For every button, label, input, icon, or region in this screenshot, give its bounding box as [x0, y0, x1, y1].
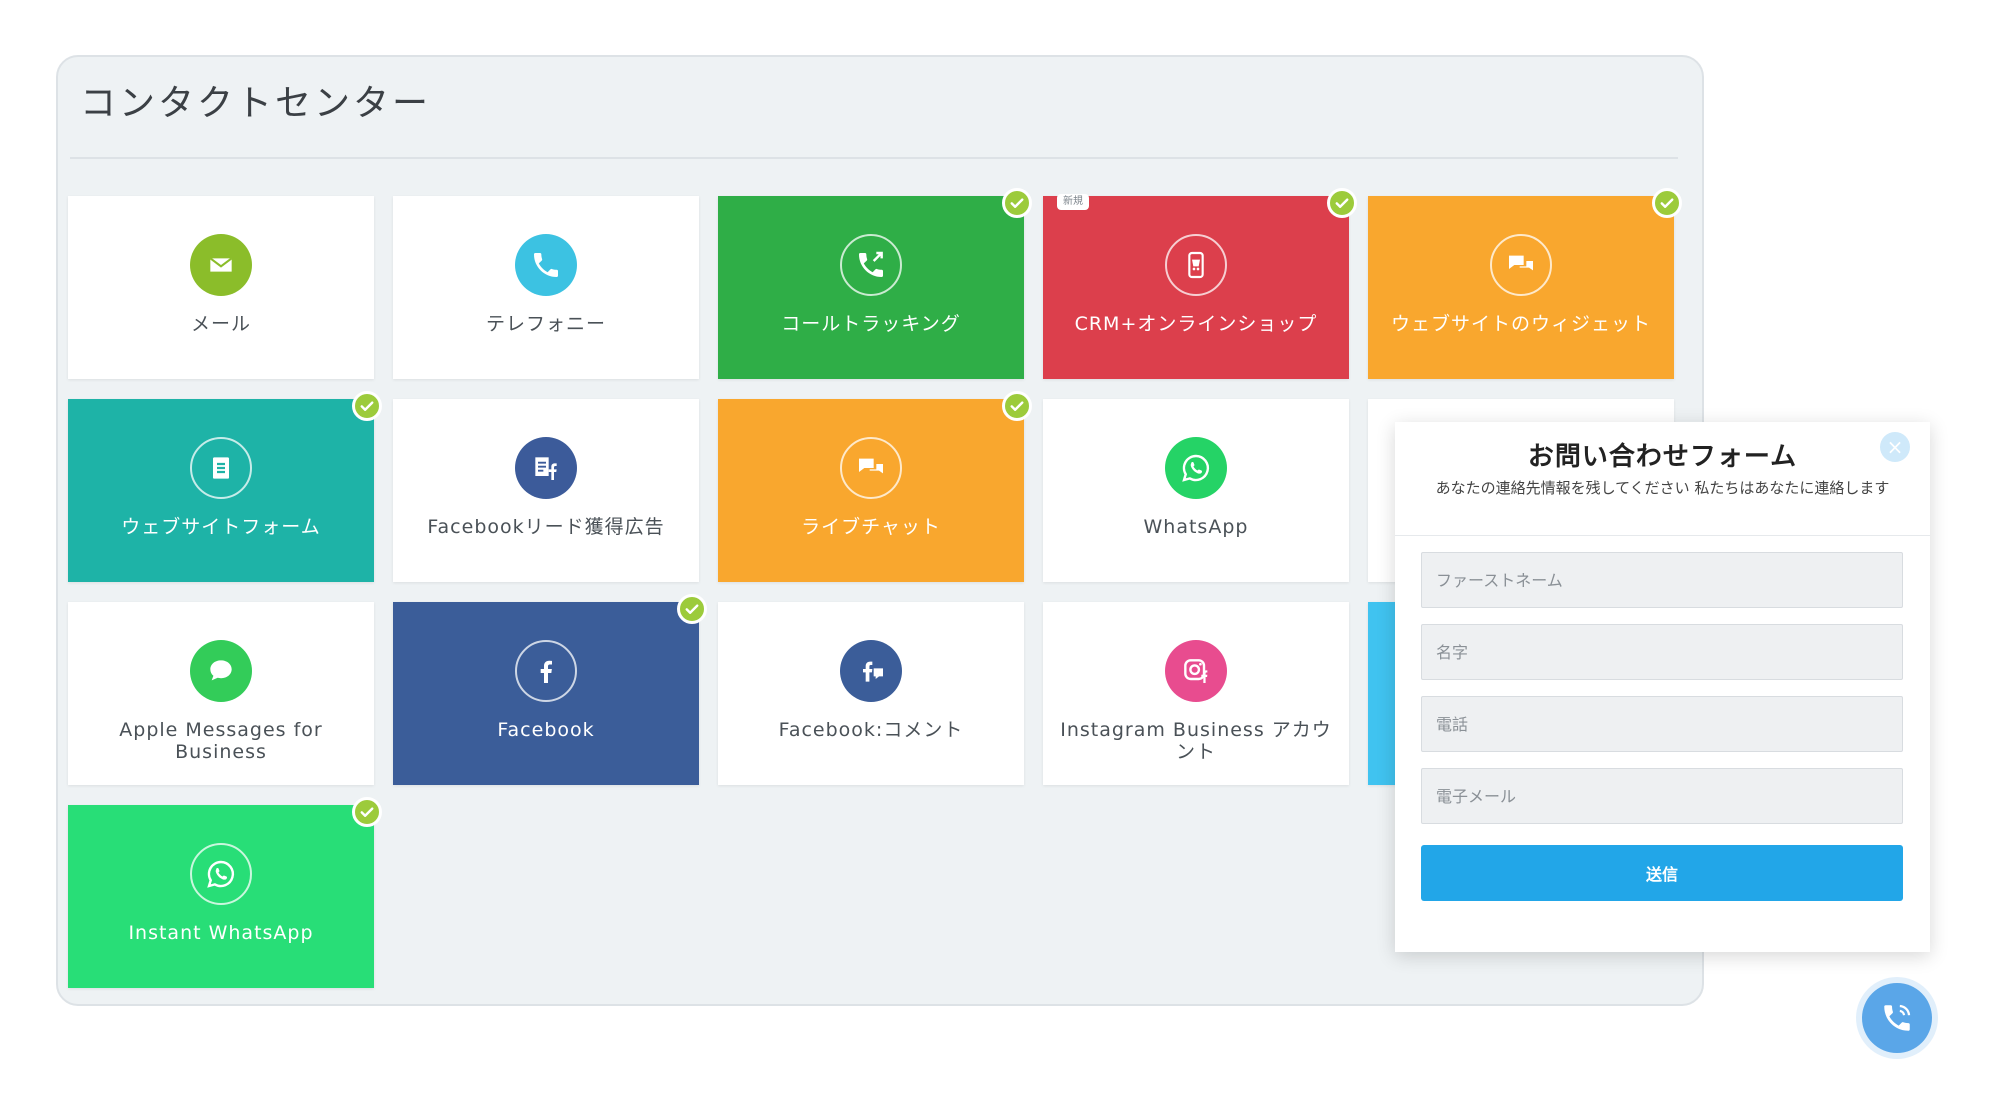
channel-icon-circle: [515, 234, 577, 296]
check-icon: [1010, 198, 1024, 208]
connected-check-badge: [352, 391, 382, 421]
check-icon: [1660, 198, 1674, 208]
new-badge: 新規: [1057, 194, 1089, 210]
channel-label: コールトラッキング: [781, 313, 961, 335]
instagram-icon: [1184, 659, 1208, 683]
channel-tile[interactable]: Apple Messages for Business: [68, 602, 374, 785]
channel-tile[interactable]: ライブチャット: [718, 391, 1032, 582]
channel-tile[interactable]: Facebook:コメント: [718, 602, 1024, 785]
call-tracking-icon: [859, 251, 883, 277]
connected-check-badge: [1652, 188, 1682, 218]
channel-label: ウェブサイトフォーム: [121, 516, 321, 538]
channel-tile[interactable]: ウェブサイトフォーム: [68, 391, 382, 582]
channel-tile[interactable]: WhatsApp: [1043, 399, 1349, 582]
facebook-icon: [540, 660, 552, 683]
divider: [70, 157, 1678, 159]
channel-label: WhatsApp: [1143, 516, 1249, 538]
channel-label: Facebook:コメント: [778, 719, 964, 741]
close-icon[interactable]: ×: [1880, 432, 1910, 462]
last-name-field[interactable]: [1421, 624, 1903, 680]
channel-icon-circle: [1165, 640, 1227, 702]
check-icon: [1010, 401, 1024, 411]
first-name-field[interactable]: [1421, 552, 1903, 608]
chat-icon: [859, 458, 883, 474]
channel-icon-circle: [190, 640, 252, 702]
channel-label: Instagram Business アカウント: [1060, 719, 1332, 763]
connected-check-badge: [1002, 391, 1032, 421]
connected-check-badge: [1002, 188, 1032, 218]
contact-form-popup: お問い合わせフォーム × あなたの連絡先情報を残してください 私たちはあなたに連…: [1395, 422, 1930, 952]
channel-icon-circle: [190, 843, 252, 905]
check-icon: [1335, 198, 1349, 208]
channel-icon-circle: [1165, 437, 1227, 499]
form-title: お問い合わせフォーム: [1527, 442, 1798, 472]
channel-label: Facebookリード獲得広告: [427, 516, 665, 538]
channel-tile[interactable]: Instant WhatsApp: [68, 797, 382, 988]
connected-check-badge: [352, 797, 382, 827]
connected-check-badge: [677, 594, 707, 624]
shop-icon: [1188, 251, 1204, 279]
chat-icon: [1509, 255, 1533, 271]
submit-button[interactable]: 送信: [1421, 845, 1903, 901]
channel-tile[interactable]: Facebook: [393, 594, 707, 785]
facebook-lead-icon: [535, 457, 557, 480]
connected-check-badge: [1327, 188, 1357, 218]
channel-icon-circle: [1490, 234, 1552, 296]
channel-tile[interactable]: テレフォニー: [393, 196, 699, 379]
channel-tile[interactable]: Instagram Business アカウント: [1043, 602, 1349, 785]
channel-label: Facebook: [497, 719, 595, 741]
check-icon: [360, 807, 374, 817]
channel-label: テレフォニー: [485, 313, 606, 335]
channel-icon-circle: [515, 640, 577, 702]
channel-tile[interactable]: コールトラッキング: [718, 188, 1032, 379]
channel-icon-circle: [1165, 234, 1227, 296]
channel-icon-circle: [515, 437, 577, 499]
phone-icon: [534, 253, 558, 277]
call-widget-button[interactable]: [1862, 983, 1932, 1053]
phone-field[interactable]: [1421, 696, 1903, 752]
mail-icon: [209, 257, 233, 272]
facebook-comments-icon: [863, 661, 883, 682]
channel-icon-circle: [840, 234, 902, 296]
form-subtitle: あなたの連絡先情報を残してください 私たちはあなたに連絡します: [1435, 479, 1890, 497]
whatsapp-icon: [207, 860, 235, 888]
channel-label: Instant WhatsApp: [128, 922, 314, 944]
channel-icon-circle: [840, 640, 902, 702]
check-icon: [685, 604, 699, 614]
channel-tile[interactable]: メール: [68, 196, 374, 379]
phone-icon: [1884, 1004, 1911, 1031]
channel-tile[interactable]: CRM+オンラインショップ 新規: [1043, 188, 1357, 379]
form-icon: [213, 457, 229, 479]
channel-tile[interactable]: Facebookリード獲得広告: [393, 399, 699, 582]
divider: [1395, 535, 1930, 536]
page-title: コンタクトセンター: [80, 83, 432, 124]
channel-label: ウェブサイトのウィジェット: [1390, 313, 1651, 335]
channel-icon-circle: [840, 437, 902, 499]
channel-tile[interactable]: ウェブサイトのウィジェット: [1368, 188, 1682, 379]
channel-icon-circle: [190, 437, 252, 499]
check-icon: [360, 401, 374, 411]
email-field[interactable]: [1421, 768, 1903, 824]
channel-label: Apple Messages for Business: [119, 719, 323, 763]
channel-label: ライブチャット: [801, 516, 941, 538]
channel-label: メール: [190, 313, 251, 335]
whatsapp-icon: [1182, 454, 1210, 482]
channel-label: CRM+オンラインショップ: [1074, 313, 1318, 335]
message-bubble-icon: [210, 660, 232, 681]
channel-icon-circle: [190, 234, 252, 296]
